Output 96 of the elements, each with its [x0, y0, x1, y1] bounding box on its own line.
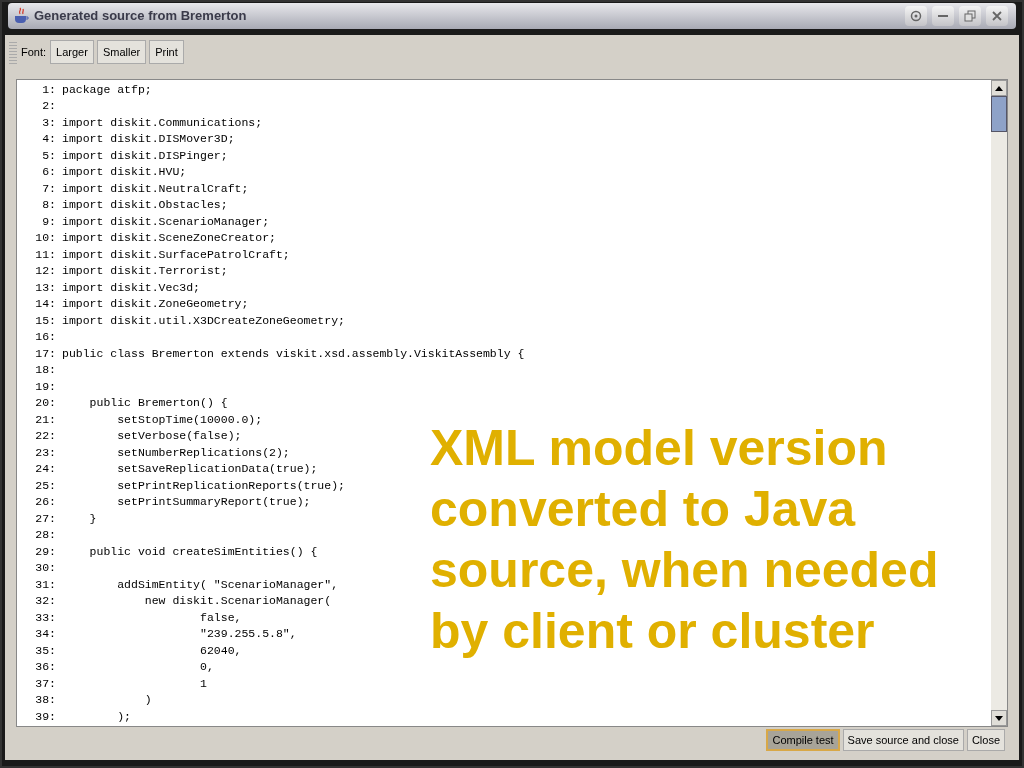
line-number: 6: — [41, 164, 56, 181]
annotation-text: XML model version converted to Java source, when needed by client or cluster — [430, 419, 940, 661]
restore-icon — [964, 10, 976, 22]
code-line: import diskit.SurfacePatrolCraft; — [62, 246, 290, 263]
line-number: 15: — [34, 312, 56, 329]
coffee-cup-icon — [12, 7, 30, 25]
toolbar-button[interactable]: Smaller — [96, 40, 147, 64]
code-line: false, — [199, 609, 242, 626]
scrollbar[interactable] — [991, 80, 1007, 726]
code-line: import diskit.NeutralCraft; — [62, 180, 249, 197]
dialog-button[interactable]: Save source and close — [842, 729, 964, 751]
line-number: 2: — [41, 98, 56, 115]
line-number: 16: — [34, 329, 56, 346]
minimize-icon — [938, 14, 948, 18]
code-line: 1 — [199, 675, 207, 692]
line-number: 35: — [34, 642, 56, 659]
line-number: 21: — [34, 411, 56, 428]
line-number: 19: — [34, 378, 56, 395]
code-line: setPrintSummaryReport(true); — [116, 494, 311, 511]
toolbar-label: Font: — [21, 44, 47, 60]
line-number: 28: — [34, 527, 56, 544]
scroll-down-button[interactable] — [991, 710, 1007, 726]
line-number: 4: — [41, 131, 56, 148]
dialog-button[interactable]: Close — [966, 729, 1005, 751]
close-icon — [992, 11, 1002, 21]
toolbar-button[interactable]: Larger — [50, 40, 94, 64]
line-number: 13: — [34, 279, 56, 296]
line-number: 3: — [41, 114, 56, 131]
code-line: setVerbose(false); — [116, 428, 242, 445]
line-number: 24: — [34, 461, 56, 478]
line-number: 29: — [34, 543, 56, 560]
line-number: 33: — [34, 609, 56, 626]
minimize-button[interactable] — [932, 6, 954, 26]
code-line: import diskit.Communications; — [62, 114, 263, 131]
line-number: 18: — [34, 362, 56, 379]
line-number: 10: — [34, 230, 56, 247]
menu-button[interactable] — [905, 6, 927, 26]
code-line: addSimEntity( "ScenarioManager", — [116, 576, 339, 593]
code-line: import diskit.SceneZoneCreator; — [62, 230, 276, 247]
line-number: 8: — [41, 197, 56, 214]
line-number: 14: — [34, 296, 56, 313]
code-line: setSaveReplicationData(true); — [116, 461, 318, 478]
code-line: package atfp; — [62, 81, 152, 98]
code-line: setStopTime(10000.0); — [116, 411, 263, 428]
code-line: import diskit.HVU; — [62, 164, 187, 181]
line-number: 37: — [34, 675, 56, 692]
code-line: import diskit.Vec3d; — [62, 279, 201, 296]
line-number: 5: — [41, 147, 56, 164]
code-line: import diskit.ScenarioManager; — [62, 213, 270, 230]
line-number: 32: — [34, 593, 56, 610]
line-number: 34: — [34, 626, 56, 643]
line-number: 9: — [41, 213, 56, 230]
code-line: } — [88, 510, 97, 527]
line-number: 36: — [34, 659, 56, 676]
code-line: import diskit.util.X3DCreateZoneGeometry; — [62, 312, 345, 329]
line-number: 30: — [34, 560, 56, 577]
line-number: 27: — [34, 510, 56, 527]
circle-icon — [910, 10, 922, 22]
line-number: 7: — [41, 180, 56, 197]
code-line: public class Bremerton extends viskit.xsd.assembly.ViskitAssembly { — [62, 345, 525, 362]
line-number: 26: — [34, 494, 56, 511]
code-line: public void createSimEntities() { — [88, 543, 318, 560]
code-line: import diskit.Terrorist; — [62, 263, 228, 280]
line-number: 1: — [41, 81, 56, 98]
line-number: 20: — [34, 395, 56, 412]
line-number: 12: — [34, 263, 56, 280]
scroll-up-button[interactable] — [991, 80, 1007, 96]
maximize-button[interactable] — [959, 6, 981, 26]
line-number: 38: — [34, 692, 56, 709]
up-arrow-icon — [995, 85, 1003, 91]
dialog-button[interactable]: Compile test — [766, 729, 840, 751]
window-title: Generated source from Bremerton — [34, 7, 247, 26]
code-line: import diskit.DISMover3D; — [62, 131, 235, 148]
code-line: setNumberReplications(2); — [116, 444, 290, 461]
line-number: 11: — [34, 246, 56, 263]
toolbar-button[interactable]: Print — [149, 40, 184, 64]
line-number: 23: — [34, 444, 56, 461]
code-line: import diskit.ZoneGeometry; — [62, 296, 249, 313]
close-button[interactable] — [986, 6, 1008, 26]
scroll-thumb[interactable] — [991, 96, 1007, 132]
code-line: public Bremerton() { — [88, 395, 228, 412]
code-line: import diskit.Obstacles; — [62, 197, 228, 214]
code-line: 62040, — [199, 642, 242, 659]
code-line: 0, — [199, 659, 214, 676]
code-line: ) — [143, 692, 152, 709]
code-line: setPrintReplicationReports(true); — [116, 477, 345, 494]
line-number: 39: — [34, 708, 56, 725]
down-arrow-icon — [995, 715, 1003, 721]
code-line: import diskit.DISPinger; — [62, 147, 228, 164]
line-number: 31: — [34, 576, 56, 593]
code-line: new diskit.ScenarioManager( — [143, 593, 332, 610]
code-line: "239.255.5.8", — [199, 626, 297, 643]
code-line: ); — [116, 708, 131, 725]
line-number: 22: — [34, 428, 56, 445]
line-number: 25: — [34, 477, 56, 494]
line-number: 17: — [34, 345, 56, 362]
